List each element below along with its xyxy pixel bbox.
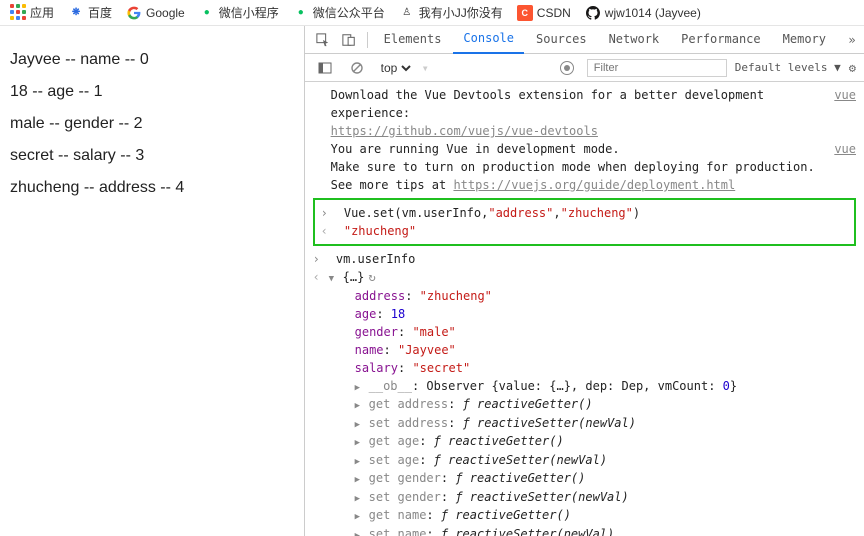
wechat-icon: ● <box>293 5 309 21</box>
object-properties: address: "zhucheng" age: 18 gender: "mal… <box>313 287 856 536</box>
accessor-line: set name: ƒ reactiveSetter(newVal) <box>325 525 856 536</box>
bookmark-github[interactable]: wjw1014 (Jayvee) <box>585 5 701 21</box>
expand-toggle-icon[interactable] <box>355 377 365 396</box>
log-levels-select[interactable]: Default levels ▼ <box>735 61 841 74</box>
accessor-line: get name: ƒ reactiveGetter() <box>325 506 856 525</box>
bookmark-wechat-mini[interactable]: ●微信小程序 <box>199 4 279 21</box>
separator <box>367 32 368 48</box>
source-link[interactable]: vue <box>834 86 856 140</box>
console-message: You are running Vue in development mode.… <box>313 140 856 194</box>
baidu-icon: ❋ <box>68 5 84 21</box>
expand-toggle-icon[interactable] <box>355 432 365 451</box>
google-icon <box>126 5 142 21</box>
prompt-icon: › <box>321 204 331 222</box>
devtools-link[interactable]: https://github.com/vuejs/vue-devtools <box>331 124 598 138</box>
page-content: Jayvee -- name -- 0 18 -- age -- 1 male … <box>0 26 304 536</box>
data-line: male -- gender -- 2 <box>10 108 294 140</box>
console-input-line: › vm.userInfo <box>313 250 856 268</box>
github-icon <box>585 5 601 21</box>
clear-console-icon[interactable] <box>345 61 369 75</box>
accessor-line: set address: ƒ reactiveSetter(newVal) <box>325 414 856 433</box>
tab-sources[interactable]: Sources <box>526 26 597 53</box>
bookmark-wechat-platform[interactable]: ●微信公众平台 <box>293 4 385 21</box>
wechat-icon: ● <box>199 5 215 21</box>
console-toolbar: top ▾ Default levels ▼ ⚙ <box>305 54 864 82</box>
context-select[interactable]: top <box>377 60 414 76</box>
expand-toggle-icon[interactable] <box>355 395 365 414</box>
console-message: Download the Vue Devtools extension for … <box>313 86 856 140</box>
tab-network[interactable]: Network <box>599 26 670 53</box>
separator: ▾ <box>422 61 429 75</box>
main-split: Jayvee -- name -- 0 18 -- age -- 1 male … <box>0 26 864 536</box>
console-input-line: › Vue.set(vm.userInfo,"address","zhuchen… <box>321 204 848 222</box>
device-toggle-icon[interactable] <box>337 33 361 47</box>
csdn-icon: C <box>517 5 533 21</box>
prompt-icon: › <box>313 250 323 268</box>
data-line: zhucheng -- address -- 4 <box>10 172 294 204</box>
tab-memory[interactable]: Memory <box>773 26 836 53</box>
output-icon: ‹ <box>321 222 331 240</box>
tab-console[interactable]: Console <box>453 25 524 54</box>
bookmarks-bar: 应用 ❋百度 Google ●微信小程序 ●微信公众平台 ♙我有小JJ你没有 C… <box>0 0 864 26</box>
console-output[interactable]: Download the Vue Devtools extension for … <box>305 82 864 536</box>
accessor-line: get age: ƒ reactiveGetter() <box>325 432 856 451</box>
expand-toggle-icon[interactable] <box>355 414 365 433</box>
tab-performance[interactable]: Performance <box>671 26 770 53</box>
accessor-line: get gender: ƒ reactiveGetter() <box>325 469 856 488</box>
filter-input[interactable] <box>587 59 727 77</box>
tab-elements[interactable]: Elements <box>374 26 452 53</box>
data-line: Jayvee -- name -- 0 <box>10 44 294 76</box>
accessor-line: get address: ƒ reactiveGetter() <box>325 395 856 414</box>
bookmark-google[interactable]: Google <box>126 5 185 21</box>
bookmark-personal[interactable]: ♙我有小JJ你没有 <box>399 4 503 21</box>
expand-toggle-icon[interactable] <box>355 525 365 536</box>
highlighted-region: › Vue.set(vm.userInfo,"address","zhuchen… <box>313 198 856 246</box>
bookmark-apps[interactable]: 应用 <box>10 4 54 21</box>
accessor-line: set age: ƒ reactiveSetter(newVal) <box>325 451 856 470</box>
expand-toggle-icon[interactable] <box>355 451 365 470</box>
accessor-line: set gender: ƒ reactiveSetter(newVal) <box>325 488 856 507</box>
devtools-tab-bar: Elements Console Sources Network Perform… <box>305 26 864 54</box>
data-line: 18 -- age -- 1 <box>10 76 294 108</box>
apps-icon <box>10 5 26 21</box>
person-icon: ♙ <box>399 5 415 21</box>
bookmark-csdn[interactable]: CCSDN <box>517 5 571 21</box>
object-expanded: ‹ {…} ↻ <box>313 268 856 287</box>
expand-toggle-icon[interactable] <box>355 488 365 507</box>
console-output-line: ‹ "zhucheng" <box>321 222 848 240</box>
more-tabs-icon[interactable]: » <box>840 33 864 47</box>
settings-icon[interactable]: ⚙ <box>849 61 856 75</box>
toggle-sidebar-icon[interactable] <box>313 61 337 75</box>
live-expression-icon[interactable] <box>555 61 579 75</box>
devtools-panel: Elements Console Sources Network Perform… <box>304 26 864 536</box>
expand-toggle-icon[interactable] <box>329 268 339 287</box>
source-link[interactable]: vue <box>834 140 856 194</box>
expand-toggle-icon[interactable] <box>355 469 365 488</box>
deployment-link[interactable]: https://vuejs.org/guide/deployment.html <box>453 178 735 192</box>
refresh-icon[interactable]: ↻ <box>368 268 375 286</box>
data-line: secret -- salary -- 3 <box>10 140 294 172</box>
bookmark-baidu[interactable]: ❋百度 <box>68 4 112 21</box>
inspect-icon[interactable] <box>311 33 335 47</box>
output-icon: ‹ <box>313 268 323 286</box>
expand-toggle-icon[interactable] <box>355 506 365 525</box>
